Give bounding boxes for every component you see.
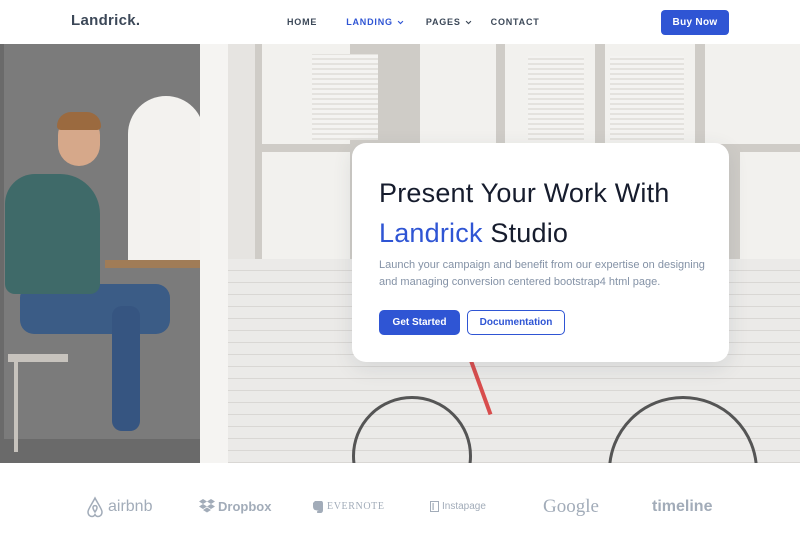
window-pane: [740, 152, 800, 267]
partner-instapage-label: Instapage: [442, 501, 486, 512]
stool-leg: [14, 362, 18, 452]
nav-contact[interactable]: CONTACT: [491, 17, 540, 27]
hero-card: Present Your Work With Landrick Studio L…: [352, 143, 729, 362]
partner-airbnb-label: airbnb: [108, 497, 153, 515]
nav-home-label: HOME: [287, 17, 318, 27]
hero-description: Launch your campaign and benefit from ou…: [379, 259, 705, 288]
person-hair: [57, 112, 101, 130]
chevron-down-icon: [397, 20, 404, 24]
nav-landing-label: LANDING: [346, 17, 393, 27]
nav-pages[interactable]: PAGES: [426, 17, 472, 27]
window-pane: [420, 44, 496, 144]
nav-landing[interactable]: LANDING: [346, 17, 404, 27]
main-nav: HOME LANDING PAGES CONTACT: [287, 0, 540, 44]
person-body: [5, 174, 100, 294]
window-pane: [705, 44, 800, 144]
person-shin: [112, 306, 140, 431]
window-pane: [262, 152, 350, 267]
buy-now-button[interactable]: Buy Now: [661, 10, 729, 35]
hero-title-rest: Studio: [482, 218, 569, 248]
partners-strip: airbnb Dropbox EVERNOTE Instapage Google…: [0, 463, 800, 550]
window-blind: [528, 56, 584, 140]
partner-timeline-label: timeline: [652, 497, 713, 515]
instapage-icon: [430, 501, 439, 512]
hero-title-line1: Present Your Work With: [379, 178, 670, 208]
partner-dropbox-label: Dropbox: [218, 499, 272, 514]
logo[interactable]: Landrick.: [71, 12, 140, 29]
partner-instapage[interactable]: Instapage: [430, 463, 486, 550]
hero-title: Present Your Work With Landrick Studio: [379, 173, 719, 253]
partner-google-label: Google: [543, 495, 599, 517]
window-blind: [610, 56, 684, 140]
stool: [8, 354, 68, 362]
chevron-down-icon: [465, 20, 472, 24]
hero-section: Present Your Work With Landrick Studio L…: [0, 44, 800, 463]
airbnb-icon: [87, 495, 103, 517]
nav-home[interactable]: HOME: [287, 17, 317, 27]
window-blind: [312, 54, 378, 140]
partner-dropbox[interactable]: Dropbox: [199, 463, 271, 550]
dropbox-icon: [199, 499, 215, 513]
booth-white-edge: [200, 44, 228, 463]
site-header: Landrick. HOME LANDING PAGES CONTACT Buy…: [0, 0, 800, 44]
documentation-button[interactable]: Documentation: [467, 310, 565, 335]
partner-airbnb[interactable]: airbnb: [85, 463, 152, 550]
partner-timeline[interactable]: timeline: [652, 463, 712, 550]
get-started-button[interactable]: Get Started: [379, 310, 460, 335]
booth-arch: [128, 96, 204, 266]
evernote-icon: [313, 500, 323, 513]
partner-evernote[interactable]: EVERNOTE: [312, 463, 385, 550]
partner-google[interactable]: Google: [543, 463, 599, 550]
partner-evernote-label: EVERNOTE: [327, 501, 385, 512]
hero-title-accent: Landrick: [379, 218, 483, 248]
nav-pages-label: PAGES: [425, 17, 461, 27]
nav-contact-label: CONTACT: [490, 17, 540, 27]
desk: [105, 260, 200, 268]
